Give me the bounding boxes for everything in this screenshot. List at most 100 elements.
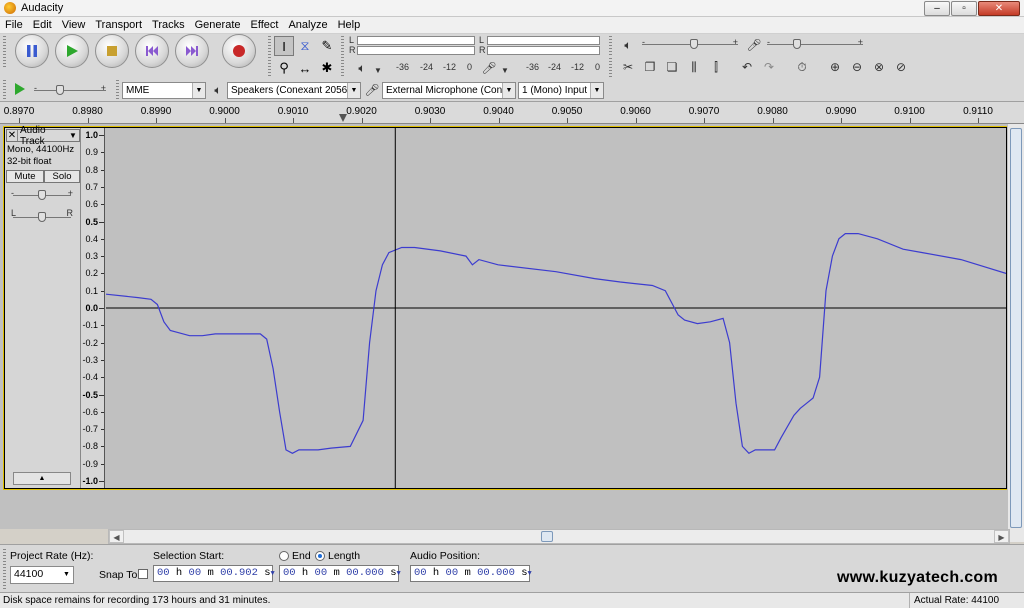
toolbar-grip[interactable] [3,80,6,100]
time-shift-tool[interactable]: ↔ [295,58,315,78]
play-button[interactable] [55,34,89,68]
output-volume-slider[interactable]: - + [642,37,738,49]
toolbar-grip[interactable] [3,36,6,68]
menu-file[interactable]: File [0,19,28,31]
envelope-tool[interactable]: ⧖ [295,36,315,56]
output-device-select[interactable]: Speakers (Conexant 20561 Sm ▼ [227,82,361,99]
zoom-in-button[interactable]: ⊕ [825,57,845,77]
vertical-scrollbar[interactable] [1007,124,1024,542]
menu-edit[interactable]: Edit [28,19,57,31]
menu-help[interactable]: Help [333,19,366,31]
solo-button[interactable]: Solo [44,170,80,183]
slider-plus-label: + [857,37,863,47]
playback-meter-left[interactable] [357,36,475,45]
zoom-tool[interactable]: ⚲ [274,58,294,78]
snap-to-checkbox[interactable] [138,569,148,579]
toolbar-grip[interactable] [609,58,612,78]
record-meter-right[interactable] [487,46,600,55]
record-meter-menu-arrow-icon[interactable]: ▼ [495,60,515,80]
toolbar-grip[interactable] [268,36,271,78]
time-format-arrow-icon[interactable]: ▼ [271,570,275,578]
zoom-out-button[interactable]: ⊖ [847,57,867,77]
end-radio[interactable] [279,551,289,561]
selection-length-time[interactable]: 00 h 00 m 00.000 s▼ [279,565,401,582]
gain-plus-label: + [67,188,73,198]
mute-button[interactable]: Mute [6,170,44,183]
input-channels-select[interactable]: 1 (Mono) Input Ch ▼ [518,82,604,99]
track-menu-arrow-icon[interactable]: ▼ [69,131,79,140]
status-message: Disk space remains for recording 173 hou… [3,595,271,606]
play-head-marker-icon[interactable] [339,114,347,122]
track-gain-slider[interactable]: - + [11,188,73,200]
skip-to-end-button[interactable] [175,34,209,68]
envelope-icon: ⧖ [300,38,310,53]
pause-button[interactable] [15,34,49,68]
ruler-label: 0.9090 [825,106,857,117]
menu-tracks[interactable]: Tracks [147,19,190,31]
copy-button[interactable]: ❐ [640,57,660,77]
toolbar-grip[interactable] [341,36,344,78]
toolbar-grip[interactable] [116,80,119,100]
maximize-button[interactable]: ▫ [951,1,977,16]
time-format-arrow-icon[interactable]: ▼ [397,570,401,578]
menu-effect[interactable]: Effect [246,19,284,31]
amplitude-ruler[interactable]: 1.0 0.9 0.8 0.7 0.6 0.5 0.4 0.3 0.2 0.1 0.0 -0.1 -0.… [81,128,105,488]
multi-tool[interactable]: ✱ [317,58,337,78]
fit-selection-button[interactable]: ⊗ [869,57,889,77]
menu-generate[interactable]: Generate [190,19,246,31]
input-device-select[interactable]: External Microphone (Conexar ▼ [382,82,516,99]
track-pan-thumb[interactable] [38,212,46,222]
skip-to-start-button[interactable] [135,34,169,68]
sync-lock-button[interactable]: ⏱ [792,57,812,77]
track-pan-slider[interactable]: L R [11,208,73,222]
silence-button[interactable]: ⫿ [706,57,726,77]
undo-button[interactable]: ↶ [737,57,757,77]
timeline-ruler[interactable]: 0.8970 0.8980 0.8990 0.9000 0.9010 0.9020 0.90… [0,102,1024,124]
fit-project-button[interactable]: ⊘ [891,57,911,77]
menu-analyze[interactable]: Analyze [283,19,332,31]
toolbar-grip[interactable] [609,36,612,56]
audio-position-time[interactable]: 00 h 00 m 00.000 s▼ [410,565,532,582]
redo-button[interactable]: ↷ [759,57,779,77]
scroll-left-arrow-icon[interactable]: ◀ [109,530,124,543]
minimize-button[interactable]: – [924,1,950,16]
time-format-arrow-icon[interactable]: ▼ [528,570,532,578]
menu-view[interactable]: View [57,19,91,31]
chevron-down-icon: ▼ [347,83,360,98]
audio-host-select[interactable]: MME ▼ [122,82,206,99]
length-label: Length [328,550,361,562]
playback-meter-right[interactable] [357,46,475,55]
toolbar-grip[interactable] [3,549,6,589]
play-at-speed-button[interactable] [10,79,30,99]
draw-tool[interactable]: ✎ [317,36,337,56]
track-gain-thumb[interactable] [38,190,46,200]
selection-tool[interactable]: I [274,36,294,56]
horizontal-scrollbar-thumb[interactable] [541,531,553,542]
project-rate-select[interactable]: 44100 ▼ [10,566,74,584]
output-volume-thumb[interactable] [690,39,698,49]
cut-button[interactable]: ✂ [618,57,638,77]
close-window-button[interactable]: ✕ [978,1,1020,16]
menu-transport[interactable]: Transport [90,19,147,31]
trim-button[interactable]: ⫼ [684,57,704,77]
input-volume-slider[interactable]: - + [767,37,863,49]
horizontal-scrollbar[interactable]: ◀ ▶ [108,529,1010,544]
play-speed-slider[interactable]: - + [34,83,106,95]
stop-button[interactable] [95,34,129,68]
playback-meter-menu-arrow-icon[interactable]: ▼ [368,60,388,80]
collapse-track-button[interactable]: ▲ [13,472,71,485]
input-volume-thumb[interactable] [793,39,801,49]
vertical-scrollbar-thumb[interactable] [1010,128,1022,528]
record-button[interactable] [222,34,256,68]
record-meter-left[interactable] [487,36,600,45]
play-speed-thumb[interactable] [56,85,64,95]
length-radio[interactable] [315,551,325,561]
time-unit-m: m [333,567,340,579]
scroll-right-arrow-icon[interactable]: ▶ [994,530,1009,543]
track-close-icon[interactable]: ✕ [7,130,18,141]
paste-button[interactable]: ❏ [662,57,682,77]
selection-start-time[interactable]: 00 h 00 m 00.902 s▼ [153,565,275,582]
time-unit-h: h [175,567,183,579]
waveform-display[interactable] [106,128,1006,488]
ruler-label: 0.9020 [346,106,377,117]
